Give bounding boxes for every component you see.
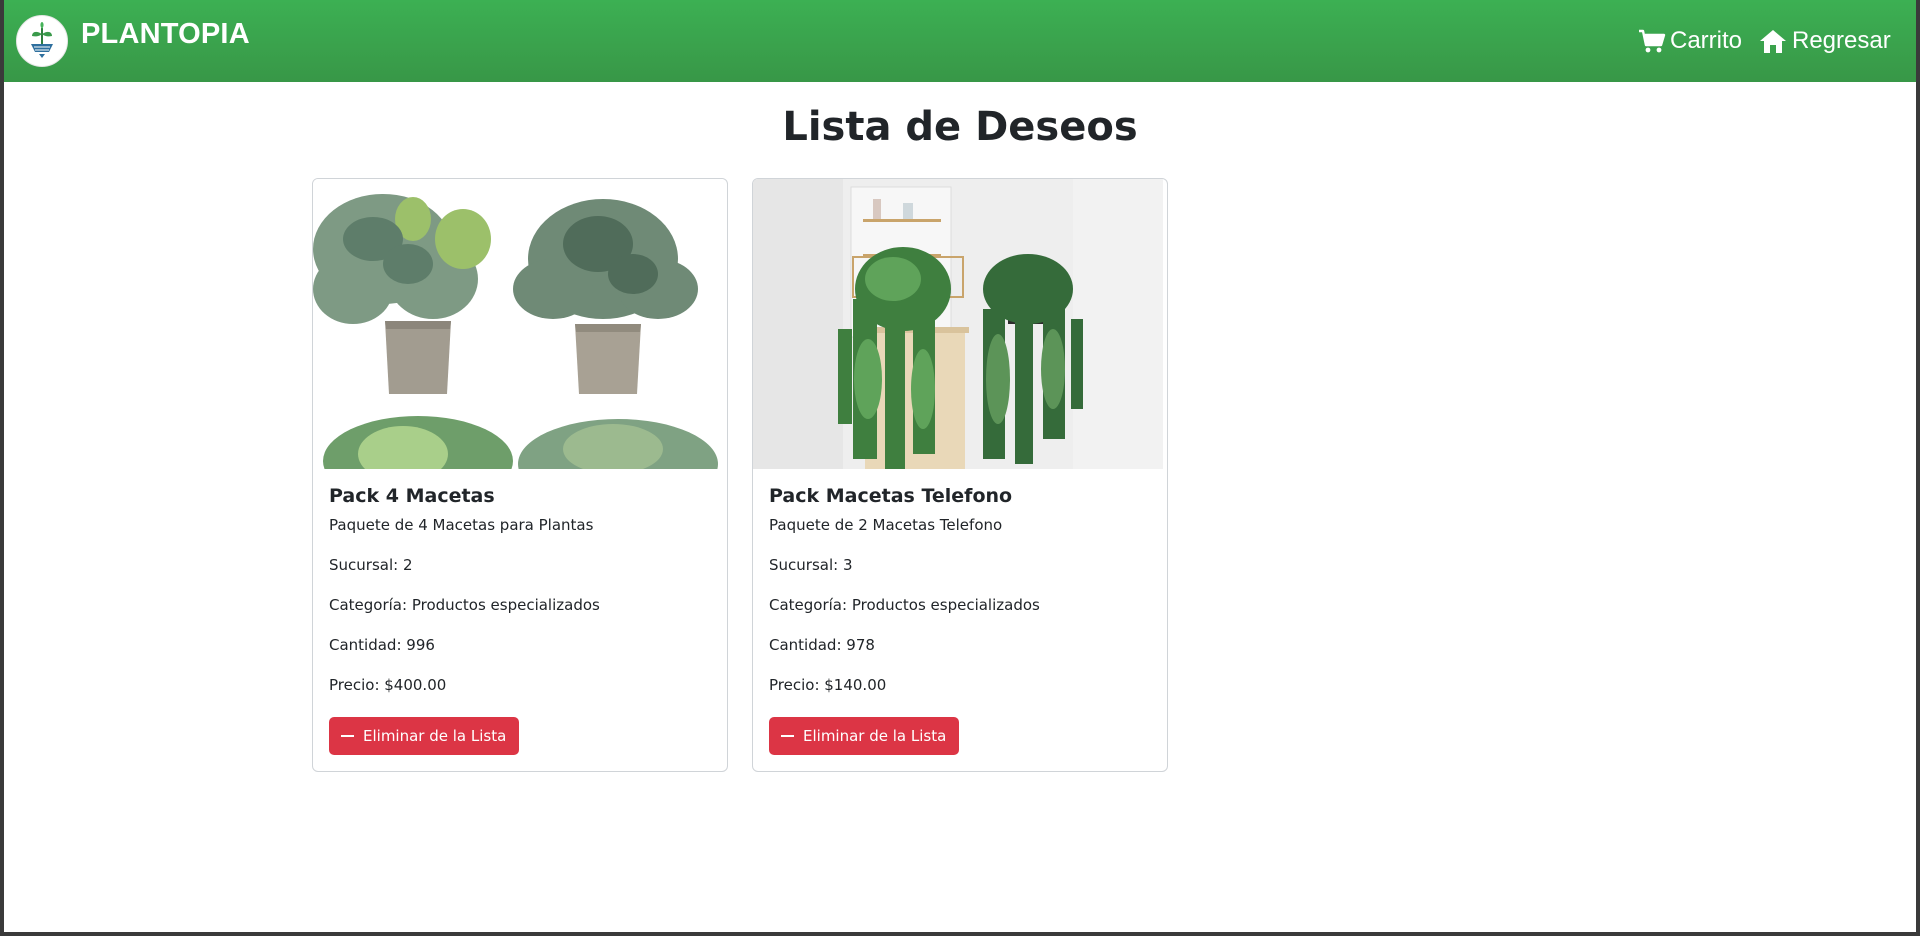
product-category: Categoría: Productos especializados xyxy=(769,596,1040,614)
browser-viewport: PLANTOPIA Carrito Regresar Lista de Dese… xyxy=(4,0,1916,932)
home-icon xyxy=(1760,30,1786,53)
navbar: PLANTOPIA Carrito Regresar xyxy=(4,0,1916,82)
product-quantity: Cantidad: 996 xyxy=(329,636,435,654)
remove-from-list-button[interactable]: Eliminar de la Lista xyxy=(769,717,960,755)
card-body: Pack 4 Macetas Paquete de 4 Macetas para… xyxy=(329,485,709,717)
remove-button-label: Eliminar de la Lista xyxy=(363,727,507,745)
minus-icon xyxy=(341,735,354,737)
wishlist-card: Pack 4 Macetas Paquete de 4 Macetas para… xyxy=(312,178,728,772)
card-body: Pack Macetas Telefono Paquete de 2 Macet… xyxy=(769,485,1149,717)
product-price: Precio: $400.00 xyxy=(329,676,447,694)
cart-link[interactable]: Carrito xyxy=(1638,24,1742,58)
potted-plants-image xyxy=(313,179,723,469)
product-image xyxy=(313,179,723,469)
cart-label: Carrito xyxy=(1670,27,1743,54)
product-name: Pack Macetas Telefono xyxy=(769,485,1013,507)
cart-icon xyxy=(1639,29,1666,53)
product-price: Precio: $140.00 xyxy=(769,676,887,694)
product-image xyxy=(753,179,1163,469)
product-name: Pack 4 Macetas xyxy=(329,485,495,507)
hanging-plants-image xyxy=(753,179,1163,469)
product-category: Categoría: Productos especializados xyxy=(329,596,600,614)
product-quantity: Cantidad: 978 xyxy=(769,636,875,654)
back-link[interactable]: Regresar xyxy=(1758,24,1891,58)
product-description: Paquete de 2 Macetas Telefono xyxy=(769,516,1003,534)
product-description: Paquete de 4 Macetas para Plantas xyxy=(329,516,594,534)
remove-from-list-button[interactable]: Eliminar de la Lista xyxy=(329,717,520,755)
brand-name[interactable]: PLANTOPIA xyxy=(81,18,250,51)
product-branch: Sucursal: 2 xyxy=(329,556,413,574)
minus-icon xyxy=(781,735,794,737)
logo-plant-icon xyxy=(20,19,64,63)
plantopia-logo[interactable] xyxy=(16,15,68,67)
wishlist-card: Pack Macetas Telefono Paquete de 2 Macet… xyxy=(752,178,1168,772)
product-branch: Sucursal: 3 xyxy=(769,556,853,574)
remove-button-label: Eliminar de la Lista xyxy=(803,727,947,745)
page-title: Lista de Deseos xyxy=(782,104,1138,150)
back-label: Regresar xyxy=(1792,27,1891,54)
